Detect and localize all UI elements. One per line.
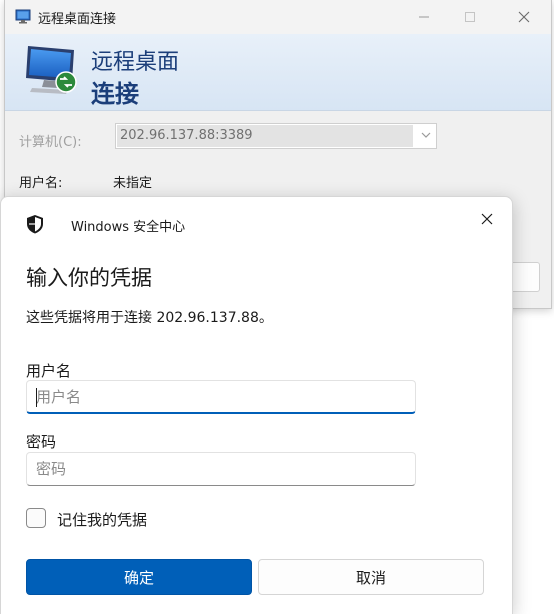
maximize-button[interactable]: [447, 0, 493, 34]
minimize-icon: [419, 16, 429, 18]
username-label: 用户名:: [19, 176, 63, 191]
text-caret: [36, 388, 37, 407]
chevron-down-icon[interactable]: [421, 132, 431, 139]
password-field-label: 密码: [26, 433, 57, 451]
dialog-heading: 输入你的凭据: [26, 266, 152, 290]
computer-value: 202.96.137.88:3389: [117, 125, 413, 147]
computer-label: 计算机(C):: [19, 135, 82, 150]
window-title: 远程桌面连接: [38, 12, 117, 27]
username-input[interactable]: [26, 380, 416, 414]
header-banner: 远程桌面 连接: [5, 34, 551, 111]
dialog-close-button[interactable]: [473, 205, 501, 233]
ok-button[interactable]: 确定: [26, 559, 252, 595]
username-value: 未指定: [113, 176, 153, 191]
cancel-button[interactable]: 取消: [258, 559, 484, 595]
dialog-description: 这些凭据将用于连接 202.96.137.88。: [26, 310, 273, 326]
banner-title-line2: 连接: [91, 80, 139, 108]
remember-credentials-checkbox[interactable]: [26, 508, 46, 528]
connect-button-partial[interactable]: [509, 262, 540, 292]
remote-desktop-logo-icon: [26, 46, 77, 94]
close-icon: [518, 11, 530, 23]
username-field-label: 用户名: [26, 362, 72, 380]
shield-icon: [27, 215, 43, 234]
remember-credentials-label[interactable]: 记住我的凭据: [57, 509, 147, 530]
title-bar[interactable]: 远程桌面连接: [5, 0, 551, 34]
computer-combobox[interactable]: 202.96.137.88:3389: [115, 123, 437, 149]
password-input[interactable]: [26, 452, 416, 486]
banner-title-line1: 远程桌面: [91, 50, 180, 75]
remote-desktop-icon: [15, 9, 31, 24]
credential-dialog: Windows 安全中心 输入你的凭据 这些凭据将用于连接 202.96.137…: [0, 196, 513, 614]
window-close-button[interactable]: [501, 0, 547, 34]
maximize-icon: [465, 12, 475, 22]
dialog-header-title: Windows 安全中心: [71, 220, 186, 235]
minimize-button[interactable]: [401, 0, 447, 34]
close-icon: [481, 213, 493, 225]
